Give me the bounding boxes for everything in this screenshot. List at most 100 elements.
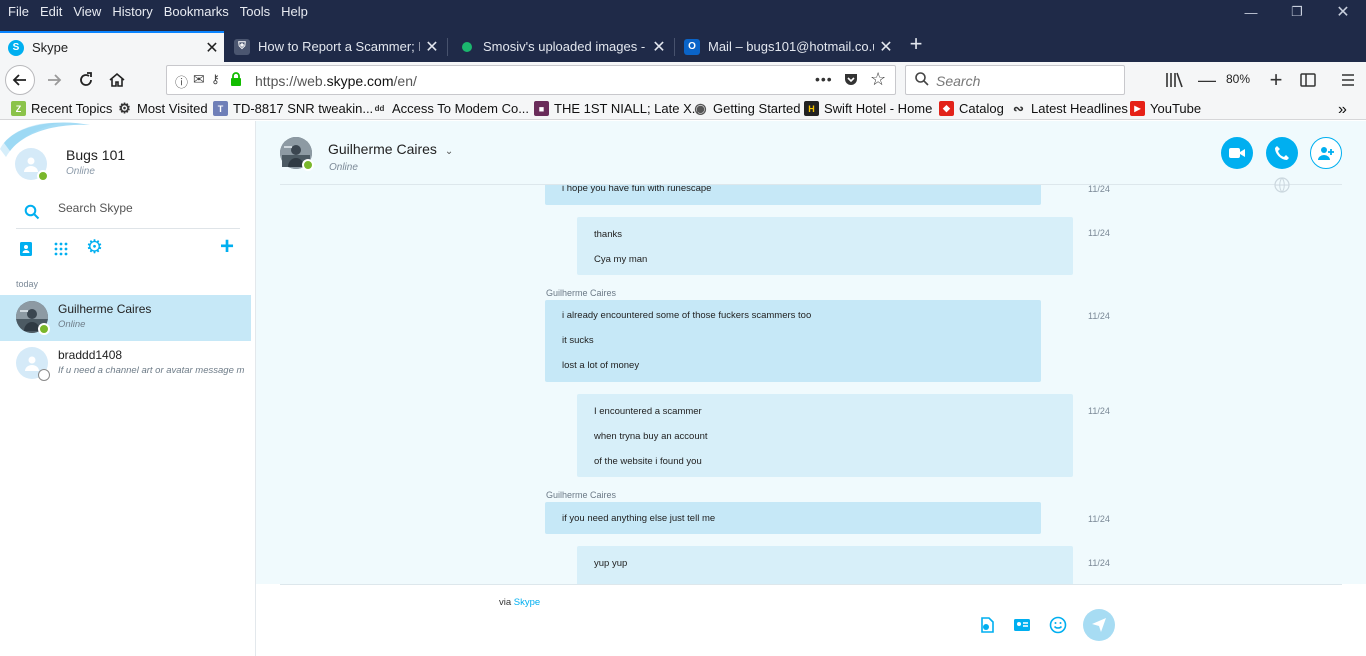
url-domain: skype.com bbox=[326, 73, 394, 89]
message-timestamp: 11/24 bbox=[1088, 228, 1110, 238]
bookmark-star-icon[interactable]: ☆ bbox=[870, 69, 886, 90]
bookmark-recent-topics[interactable]: Z Recent Topics bbox=[11, 101, 112, 116]
contact-braddd1408[interactable]: braddd1408 If u need a channel art or av… bbox=[0, 341, 251, 387]
offline-status-icon bbox=[38, 369, 50, 381]
forward-arrow-icon bbox=[48, 74, 62, 86]
message-list[interactable]: i hope you have fun with runescape 11/24… bbox=[256, 121, 1366, 584]
menu-history[interactable]: History bbox=[112, 4, 152, 19]
chevron-down-icon[interactable]: ⌄ bbox=[445, 146, 453, 157]
contacts-icon[interactable] bbox=[19, 241, 33, 257]
close-tab-icon[interactable]: ✕ bbox=[874, 37, 898, 57]
green-dot-icon bbox=[462, 41, 472, 52]
bookmark-most-visited[interactable]: ⚙ Most Visited bbox=[117, 100, 207, 116]
tab-skype[interactable]: S Skype ✕ bbox=[0, 31, 224, 62]
outlook-icon: O bbox=[684, 38, 700, 55]
menu-bookmarks[interactable]: Bookmarks bbox=[164, 4, 229, 19]
bookmark-youtube[interactable]: ▶ YouTube bbox=[1130, 101, 1201, 116]
send-file-icon[interactable] bbox=[976, 614, 998, 636]
key-icon[interactable]: ⚷ bbox=[211, 72, 220, 86]
menu-view[interactable]: View bbox=[73, 4, 101, 19]
bookmark-getting-started[interactable]: ◉ Getting Started bbox=[693, 100, 800, 116]
section-label-today: today bbox=[16, 279, 39, 289]
menu-edit[interactable]: Edit bbox=[40, 4, 62, 19]
tab-smosiv-images[interactable]: Smosiv's uploaded images - Im ✕ bbox=[451, 31, 671, 62]
contact-avatar[interactable] bbox=[280, 137, 314, 171]
new-tab-icon[interactable]: + bbox=[903, 32, 929, 58]
audio-call-button[interactable] bbox=[1266, 137, 1298, 169]
page-actions-icon[interactable]: ••• bbox=[815, 71, 833, 87]
message-composer[interactable]: via Skype bbox=[256, 584, 1366, 656]
send-contact-icon[interactable] bbox=[1011, 614, 1033, 636]
zoom-out-button[interactable]: — bbox=[1193, 66, 1221, 94]
library-icon[interactable] bbox=[1160, 66, 1188, 94]
settings-gear-icon[interactable]: ⚙ bbox=[86, 236, 103, 259]
url-text[interactable]: https://web.skype.com/en/ bbox=[255, 73, 417, 89]
message-text: of the website i found you bbox=[594, 456, 702, 467]
message-timestamp: 11/24 bbox=[1088, 184, 1110, 194]
message-bubble[interactable]: thanks Cya my man bbox=[577, 217, 1073, 275]
search-input[interactable]: Search bbox=[905, 65, 1125, 95]
emoticon-icon[interactable] bbox=[1047, 614, 1069, 636]
message-bubble[interactable]: if you need anything else just tell me bbox=[545, 502, 1041, 534]
dialpad-icon[interactable] bbox=[54, 242, 68, 256]
cube-icon: ■ bbox=[534, 101, 549, 116]
online-status-icon bbox=[37, 170, 49, 182]
pocket-icon[interactable] bbox=[843, 71, 859, 92]
bookmark-swift-hotel[interactable]: H Swift Hotel - Home bbox=[804, 101, 932, 116]
message-text: yup yup bbox=[594, 558, 628, 569]
user-icon bbox=[25, 356, 39, 371]
bookmark-the-1st-niall[interactable]: ■ THE 1ST NIALL; Late X... bbox=[534, 101, 703, 116]
lock-icon[interactable] bbox=[229, 71, 243, 92]
zoom-in-button[interactable]: + bbox=[1262, 66, 1290, 94]
conversation-pane: i hope you have fun with runescape 11/24… bbox=[256, 121, 1366, 656]
contact-guilherme-caires[interactable]: Guilherme Caires Online bbox=[0, 295, 251, 341]
send-button[interactable] bbox=[1083, 609, 1115, 641]
message-bubble[interactable]: I encountered a scammer when tryna buy a… bbox=[577, 394, 1073, 477]
bookmark-access-modem[interactable]: dd Access To Modem Co... bbox=[372, 101, 529, 116]
url-suffix: /en/ bbox=[393, 73, 417, 89]
tab-report-scammer[interactable]: ⛨ How to Report a Scammer; Rep ✕ bbox=[226, 31, 444, 62]
my-status[interactable]: Online bbox=[66, 166, 95, 177]
bookmark-td-8817[interactable]: T TD-8817 SNR tweakin... bbox=[213, 101, 373, 116]
permissions-icon[interactable]: ✉ bbox=[193, 71, 205, 88]
hamburger-menu-icon[interactable] bbox=[1334, 66, 1362, 94]
conversation-title[interactable]: Guilherme Caires ⌄ bbox=[328, 141, 453, 157]
bookmark-label: YouTube bbox=[1150, 101, 1202, 116]
menu-tools[interactable]: Tools bbox=[240, 4, 270, 19]
skype-search-input[interactable]: Search Skype bbox=[16, 197, 240, 229]
close-tab-icon[interactable]: ✕ bbox=[647, 37, 671, 57]
info-icon[interactable]: ⓘ bbox=[175, 72, 188, 91]
bookmark-latest-headlines[interactable]: ∾ Latest Headlines bbox=[1011, 101, 1128, 117]
tab-mail[interactable]: O Mail – bugs101@hotmail.co.uk ✕ bbox=[676, 31, 898, 62]
close-tab-icon[interactable]: ✕ bbox=[420, 37, 444, 57]
restore-icon[interactable]: ❐ bbox=[1274, 0, 1320, 24]
url-prefix: https://web. bbox=[255, 73, 327, 89]
bookmark-label: Recent Topics bbox=[31, 101, 113, 116]
bookmark-catalog[interactable]: ◆ Catalog bbox=[939, 101, 1004, 116]
back-button[interactable] bbox=[5, 65, 35, 95]
sidebar-toggle-icon[interactable] bbox=[1294, 66, 1322, 94]
url-bar[interactable]: ⓘ ✉ ⚷ https://web.skype.com/en/ ••• ☆ bbox=[166, 65, 896, 95]
new-chat-plus-icon[interactable]: + bbox=[220, 233, 234, 261]
forward-button[interactable] bbox=[40, 66, 68, 94]
message-bubble[interactable]: yup yup bbox=[577, 546, 1073, 584]
via-prefix: via bbox=[499, 597, 512, 608]
via-skype-link[interactable]: Skype bbox=[514, 597, 540, 608]
close-tab-icon[interactable]: ✕ bbox=[200, 38, 224, 58]
menu-help[interactable]: Help bbox=[281, 4, 308, 19]
close-window-icon[interactable]: ✕ bbox=[1320, 0, 1366, 24]
contact-avatar bbox=[16, 301, 50, 335]
bookmarks-bar: Z Recent Topics ⚙ Most Visited T TD-8817 SN… bbox=[0, 98, 1366, 120]
menu-file[interactable]: File bbox=[8, 4, 29, 19]
bookmarks-overflow-icon[interactable]: » bbox=[1338, 101, 1347, 119]
add-people-button[interactable] bbox=[1310, 137, 1342, 169]
minimize-icon[interactable]: — bbox=[1228, 0, 1274, 24]
reload-button[interactable] bbox=[72, 66, 100, 94]
zoom-level[interactable]: 80% bbox=[1226, 72, 1250, 86]
my-name[interactable]: Bugs 101 bbox=[66, 147, 125, 163]
home-button[interactable] bbox=[103, 66, 131, 94]
message-bubble[interactable]: i already encountered some of those fuck… bbox=[545, 300, 1041, 382]
message-timestamp: 11/24 bbox=[1088, 406, 1110, 416]
my-avatar[interactable] bbox=[15, 148, 49, 182]
video-call-button[interactable] bbox=[1221, 137, 1253, 169]
